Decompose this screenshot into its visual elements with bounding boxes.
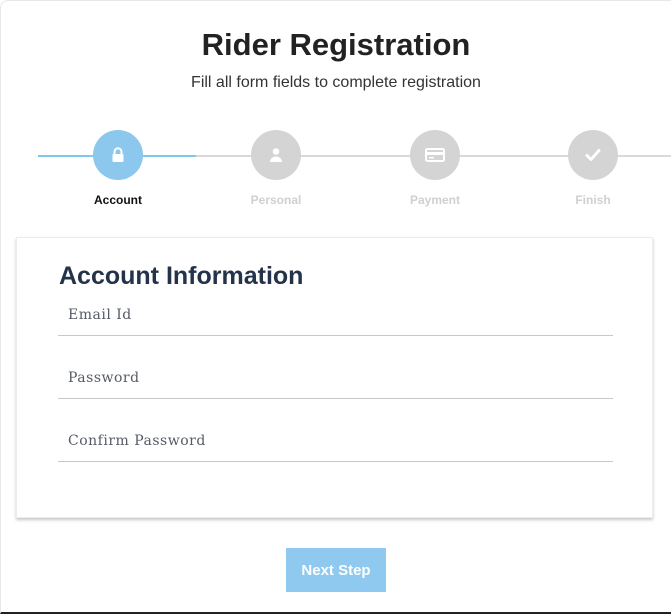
registration-page: Rider Registration Fill all form fields … <box>0 0 671 614</box>
step-personal-circle <box>251 130 301 180</box>
step-finish-circle <box>568 130 618 180</box>
next-step-button[interactable]: Next Step <box>286 548 386 592</box>
confirm-password-field[interactable] <box>58 426 613 462</box>
step-account[interactable]: Account <box>38 129 198 207</box>
step-account-label: Account <box>94 193 142 207</box>
step-finish[interactable]: Finish <box>513 129 671 207</box>
page-subtitle: Fill all form fields to complete registr… <box>191 74 481 91</box>
lock-icon <box>111 147 125 163</box>
password-field[interactable] <box>58 363 613 399</box>
step-payment-label: Payment <box>409 193 461 207</box>
form-title: Account Information <box>59 262 304 290</box>
check-icon <box>585 148 601 162</box>
email-field[interactable] <box>58 300 613 336</box>
user-icon <box>268 147 284 163</box>
step-finish-label: Finish <box>575 193 611 207</box>
step-account-circle <box>93 130 143 180</box>
step-personal-label: Personal <box>250 193 302 207</box>
step-personal[interactable]: Personal <box>196 129 356 207</box>
progress-bar: Account Personal Payment Finish <box>1 129 671 219</box>
credit-card-icon <box>425 147 445 163</box>
account-form-card: Account Information <box>16 237 653 518</box>
step-payment[interactable]: Payment <box>355 129 515 207</box>
page-title: Rider Registration <box>201 27 471 62</box>
step-payment-circle <box>410 130 460 180</box>
